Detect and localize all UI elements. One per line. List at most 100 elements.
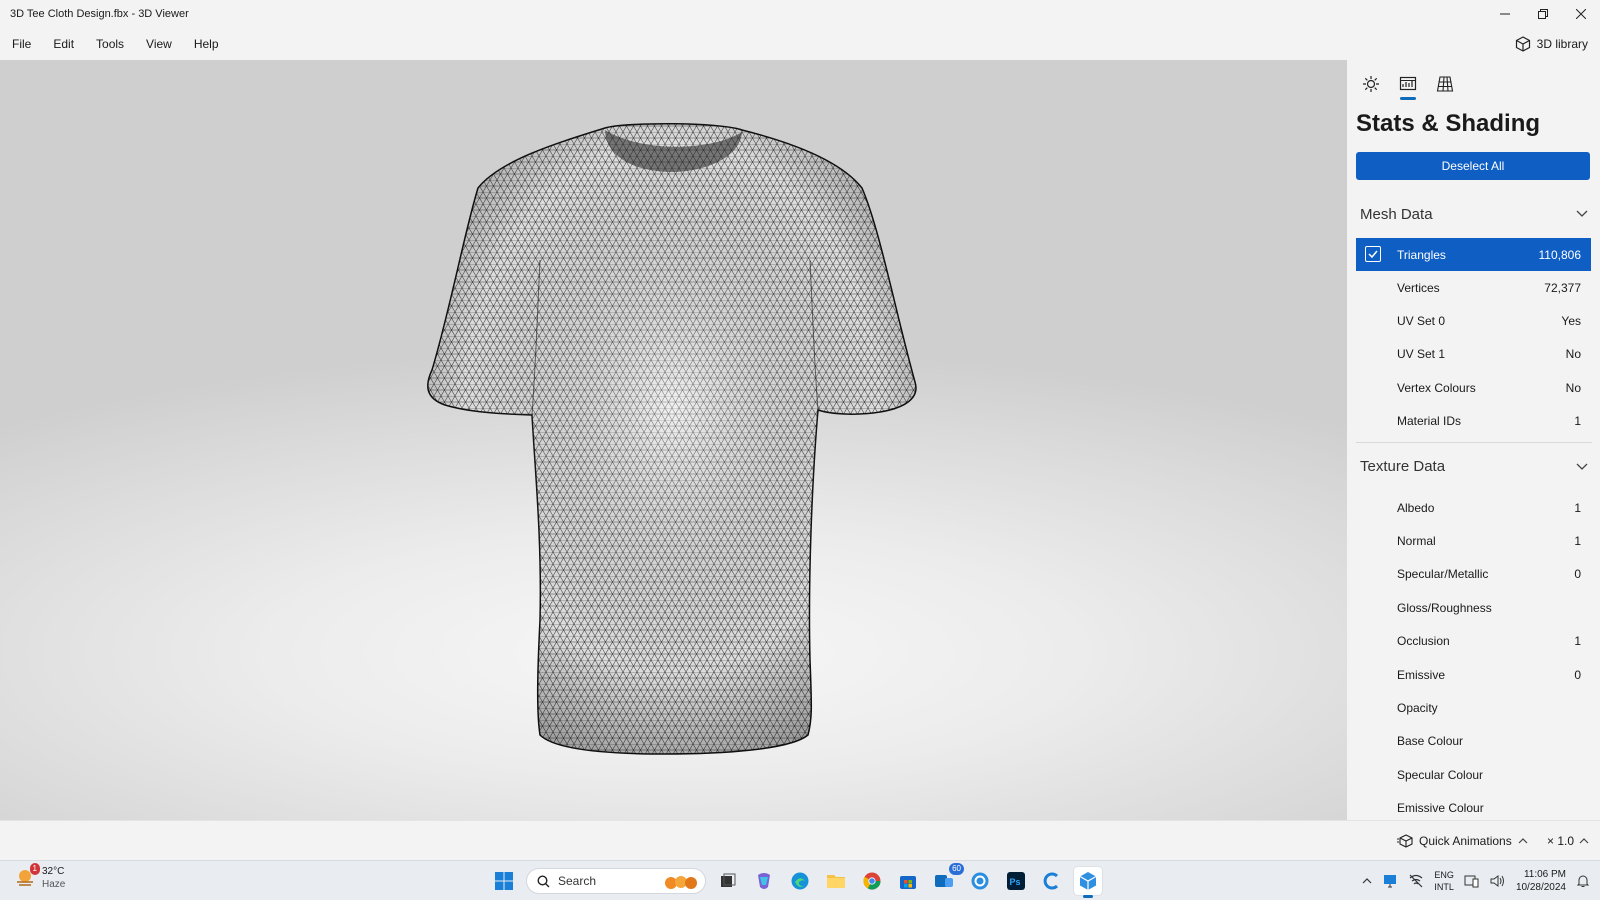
stats-icon: [1399, 76, 1416, 91]
notification-badge: 60: [949, 863, 964, 875]
stat-row-material-ids[interactable]: Material IDs 1: [1356, 405, 1591, 438]
stat-row-base-colour[interactable]: Base Colour: [1356, 725, 1591, 758]
taskbar-search[interactable]: Search: [526, 868, 706, 894]
restore-button[interactable]: [1524, 0, 1562, 28]
stat-row-vertex-colours[interactable]: Vertex Colours No: [1356, 371, 1591, 404]
3d-viewer-icon: [1079, 872, 1097, 890]
weather-condition: Haze: [42, 879, 66, 890]
stats-panel: Stats & Shading Deselect All Mesh Data T…: [1347, 60, 1600, 820]
stat-row-uv-set-1[interactable]: UV Set 1 No: [1356, 338, 1591, 371]
3d-viewport[interactable]: [0, 60, 1347, 820]
bell-icon[interactable]: [1576, 874, 1590, 888]
teams-button[interactable]: 60: [930, 863, 964, 895]
menu-view[interactable]: View: [135, 28, 183, 60]
texture-data-header[interactable]: Texture Data: [1347, 443, 1600, 491]
search-icon: [537, 874, 550, 887]
stat-label: Albedo: [1397, 500, 1435, 515]
stat-row-vertices[interactable]: Vertices 72,377: [1356, 271, 1591, 304]
stat-row-uv-set-0[interactable]: UV Set 0 Yes: [1356, 304, 1591, 337]
folder-icon: [827, 875, 845, 888]
taskbar-apps: Search 60 Ps: [490, 863, 1102, 898]
stat-label: Specular Colour: [1397, 767, 1484, 782]
3d-viewer-button[interactable]: [1074, 867, 1102, 898]
stat-row-occlusion[interactable]: Occlusion 1: [1356, 625, 1591, 658]
volume-icon[interactable]: [1490, 874, 1506, 888]
chevron-up-icon[interactable]: [1362, 878, 1372, 884]
clock[interactable]: 11:06 PM 10/28/2024: [1516, 868, 1566, 894]
stat-value: No: [1565, 380, 1581, 395]
phone-link-icon[interactable]: [1464, 874, 1480, 888]
file-explorer-button[interactable]: [822, 867, 850, 895]
stat-label: Normal: [1397, 534, 1436, 549]
stat-row-specular-colour[interactable]: Specular Colour: [1356, 758, 1591, 791]
store-button[interactable]: [894, 867, 922, 895]
stat-label: Emissive Colour: [1397, 801, 1484, 816]
tshirt-model: [427, 123, 917, 755]
3d-library-label: 3D library: [1536, 37, 1588, 51]
minimize-button[interactable]: [1486, 0, 1524, 28]
monitor-icon[interactable]: [1382, 874, 1398, 888]
teams-icon: [935, 875, 953, 887]
menu-tools[interactable]: Tools: [85, 28, 135, 60]
chrome-button[interactable]: [858, 867, 886, 895]
quick-animations-label: Quick Animations: [1419, 834, 1512, 848]
stat-value: 1: [1574, 634, 1581, 649]
stat-row-emissive[interactable]: Emissive 0: [1356, 658, 1591, 691]
tab-lighting[interactable]: [1355, 68, 1386, 100]
photoshop-button[interactable]: Ps: [1002, 867, 1030, 895]
copilot-icon: [758, 873, 770, 889]
tab-stats[interactable]: [1392, 68, 1423, 100]
stat-value: No: [1565, 347, 1581, 362]
stat-label: Specular/Metallic: [1397, 567, 1489, 582]
task-view-icon: [721, 873, 736, 887]
stat-label: Vertices: [1397, 280, 1440, 295]
stat-row-emissive-colour[interactable]: Emissive Colour: [1356, 791, 1591, 820]
stat-row-specular-metallic[interactable]: Specular/Metallic 0: [1356, 558, 1591, 591]
menu-help[interactable]: Help: [183, 28, 230, 60]
menu-file[interactable]: File: [1, 28, 42, 60]
stat-row-triangles[interactable]: Triangles 110,806: [1356, 238, 1591, 271]
language-code: ENG: [1434, 870, 1454, 880]
quick-animations-button[interactable]: Quick Animations: [1397, 821, 1528, 861]
stat-value: Yes: [1561, 314, 1581, 329]
language-indicator[interactable]: ENG INTL: [1434, 869, 1454, 893]
menu-edit[interactable]: Edit: [42, 28, 85, 60]
stat-label: Material IDs: [1397, 414, 1462, 429]
checkbox-checked[interactable]: [1365, 246, 1381, 262]
window-title: 3D Tee Cloth Design.fbx - 3D Viewer: [10, 8, 189, 20]
close-button[interactable]: [1562, 0, 1600, 28]
cortana-button[interactable]: [966, 867, 994, 895]
app-c-button[interactable]: [1038, 867, 1066, 895]
edge-button[interactable]: [786, 867, 814, 895]
stat-label: UV Set 0: [1397, 314, 1446, 329]
stat-value: 110,806: [1538, 247, 1582, 262]
3d-library-button[interactable]: 3D library: [1515, 28, 1588, 60]
search-highlight-icon: [665, 876, 697, 889]
tab-grid[interactable]: [1429, 68, 1460, 100]
store-icon: [900, 876, 916, 889]
copilot-button[interactable]: [750, 867, 778, 895]
task-view-button[interactable]: [714, 867, 742, 895]
stat-value: 72,377: [1544, 280, 1581, 295]
menu-bar: File Edit Tools View Help 3D library: [0, 28, 1600, 60]
stat-row-opacity[interactable]: Opacity: [1356, 691, 1591, 724]
stat-value: 1: [1574, 500, 1581, 515]
stat-row-normal[interactable]: Normal 1: [1356, 524, 1591, 557]
stat-row-gloss-roughness[interactable]: Gloss/Roughness: [1356, 591, 1591, 624]
mesh-data-header[interactable]: Mesh Data: [1347, 190, 1600, 238]
deselect-all-button[interactable]: Deselect All: [1356, 152, 1590, 180]
c-app-icon: [1043, 872, 1059, 890]
stat-label: Base Colour: [1397, 734, 1464, 749]
start-button[interactable]: [490, 867, 518, 895]
animation-cube-icon: [1397, 834, 1413, 848]
network-icon[interactable]: [1408, 874, 1424, 888]
stat-label: Gloss/Roughness: [1397, 600, 1492, 615]
weather-widget[interactable]: 1 32°C Haze: [14, 863, 66, 891]
chrome-icon: [863, 872, 881, 890]
title-bar: 3D Tee Cloth Design.fbx - 3D Viewer: [0, 0, 1600, 28]
stat-value: 0: [1574, 667, 1581, 682]
stat-label: Triangles: [1397, 247, 1446, 262]
cube-icon: [1515, 36, 1530, 52]
speed-selector[interactable]: × 1.0: [1547, 821, 1589, 861]
stat-row-albedo[interactable]: Albedo 1: [1356, 491, 1591, 524]
